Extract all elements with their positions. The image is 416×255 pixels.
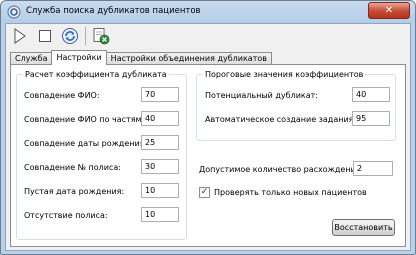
discrepancies-input[interactable]: 2 xyxy=(353,161,393,176)
new-patients-only-label[interactable]: Проверять только новых пациентов xyxy=(214,188,367,198)
empty-birth-date-label: Пустая дата рождения: xyxy=(24,187,125,196)
client-area: Служба Настройки Настройки объединения д… xyxy=(5,23,411,251)
app-icon xyxy=(7,5,21,19)
delete-icon xyxy=(93,28,110,45)
close-button[interactable]: ✕ xyxy=(368,2,410,19)
settings-panel: Расчет коэффициента дубликата Совпадение… xyxy=(10,64,406,247)
fio-match-label: Совпадение ФИО: xyxy=(24,91,100,100)
potential-duplicate-input[interactable]: 40 xyxy=(352,87,390,102)
empty-birth-date-input[interactable]: 10 xyxy=(141,183,179,198)
close-icon: ✕ xyxy=(384,5,394,16)
policy-match-input[interactable]: 30 xyxy=(141,159,179,174)
potential-duplicate-label: Потенциальный дубликат: xyxy=(205,91,318,100)
toolbar xyxy=(6,24,410,48)
birth-date-match-label: Совпадение даты рождения: xyxy=(24,139,148,148)
auto-task-input[interactable]: 95 xyxy=(352,111,390,126)
refresh-button[interactable] xyxy=(60,26,80,46)
restore-button[interactable]: Восстановить xyxy=(332,219,395,236)
birth-date-match-input[interactable]: 25 xyxy=(141,135,179,150)
tab-strip: Служба Настройки Настройки объединения д… xyxy=(10,50,272,65)
stop-button[interactable] xyxy=(35,26,55,46)
threshold-group-title: Пороговые значения коэффициентов xyxy=(203,69,366,80)
start-button[interactable] xyxy=(10,26,30,46)
policy-match-label: Совпадение № полиса: xyxy=(24,163,121,172)
threshold-group: Пороговые значения коэффициентов Потенци… xyxy=(196,69,396,141)
fio-partial-match-label: Совпадение ФИО по частям: xyxy=(24,115,145,124)
missing-policy-label: Отсутствие полиса: xyxy=(24,211,108,220)
coefficient-group-title: Расчет коэффициента дубликата xyxy=(23,69,169,80)
window-title: Служба поиска дубликатов пациентов xyxy=(26,6,201,16)
delete-button[interactable] xyxy=(91,26,111,46)
fio-match-input[interactable]: 70 xyxy=(141,87,179,102)
main-window: Служба поиска дубликатов пациентов ✕ Слу… xyxy=(0,0,416,255)
missing-policy-input[interactable]: 10 xyxy=(141,207,179,222)
new-patients-only-checkbox[interactable]: ✓ xyxy=(199,187,210,198)
fio-partial-match-input[interactable]: 40 xyxy=(141,111,179,126)
stop-icon xyxy=(39,30,51,42)
discrepancies-label: Допустимое количество расхождений: xyxy=(199,165,364,174)
title-bar[interactable]: Служба поиска дубликатов пациентов ✕ xyxy=(1,1,415,23)
refresh-icon xyxy=(62,28,78,44)
play-icon xyxy=(14,28,26,44)
tab-settings[interactable]: Настройки xyxy=(51,50,107,65)
toolbar-separator xyxy=(85,27,86,45)
coefficient-group: Расчет коэффициента дубликата Совпадение… xyxy=(16,69,187,240)
auto-task-label: Автоматическое создание задания: xyxy=(205,115,357,124)
